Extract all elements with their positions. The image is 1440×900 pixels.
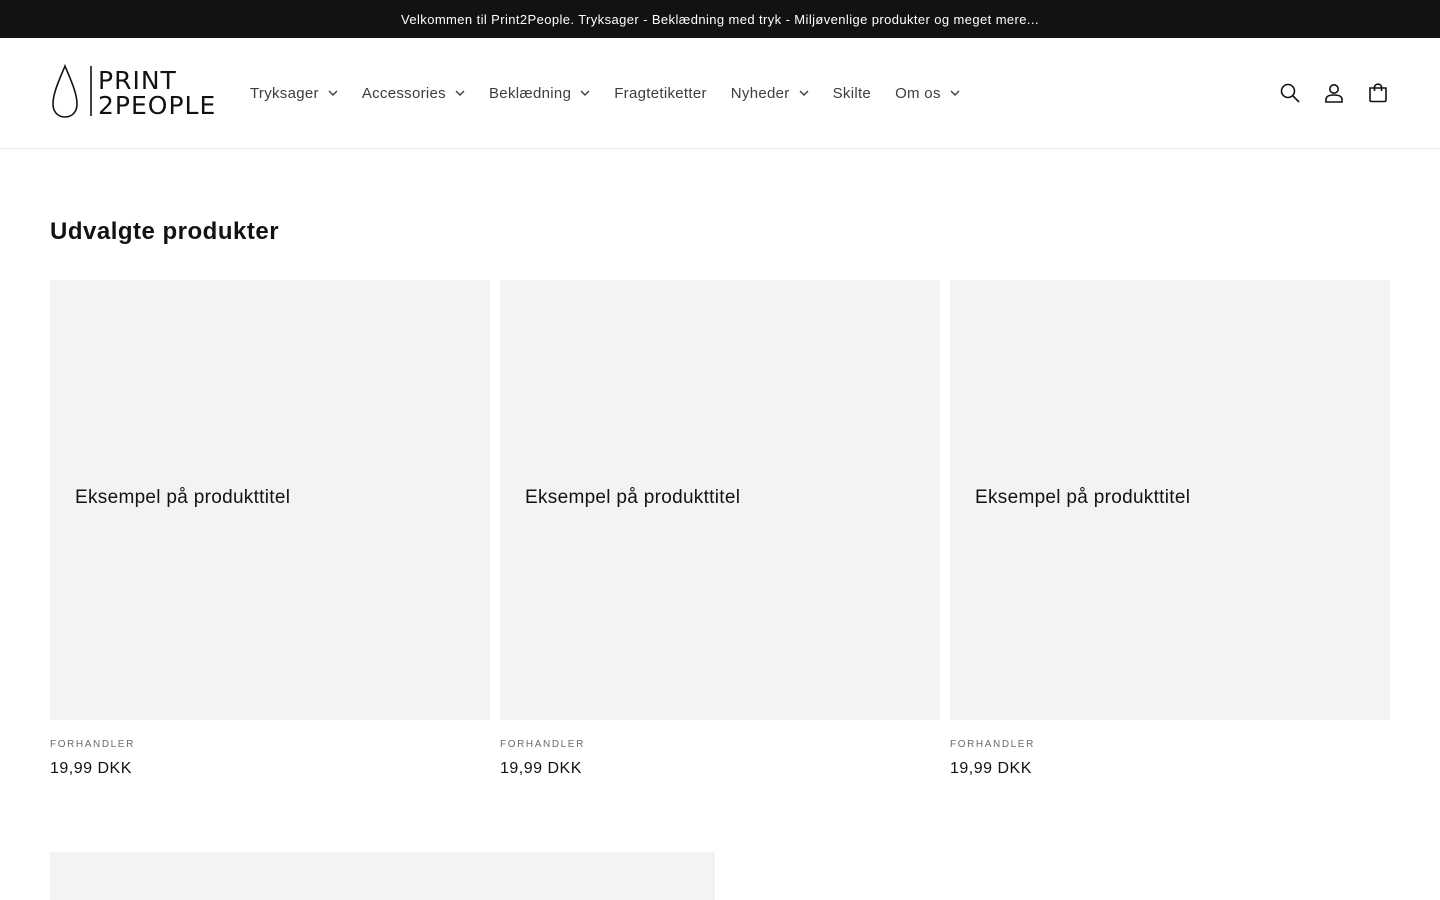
nav-item-tryksager[interactable]: Tryksager <box>250 85 338 102</box>
nav-item-skilte[interactable]: Skilte <box>833 85 871 102</box>
product-image-placeholder[interactable]: Eksempel på produkttitel <box>50 280 490 720</box>
announcement-text: Velkommen til Print2People. Tryksager - … <box>401 11 1039 27</box>
product-card: Eksempel på produkttitel FORHANDLER 19,9… <box>500 280 940 777</box>
nav-item-nyheder[interactable]: Nyheder <box>731 85 809 102</box>
search-button[interactable] <box>1268 71 1312 115</box>
product-title[interactable]: Eksempel på produkttitel <box>525 487 740 509</box>
product-card: Eksempel på produkttitel FORHANDLER 19,9… <box>950 280 1390 777</box>
logo-link[interactable]: PRINT 2PEOPLE <box>50 64 215 120</box>
next-section-placeholder <box>50 852 715 900</box>
nav-item-beklaedning[interactable]: Beklædning <box>489 85 590 102</box>
chevron-down-icon <box>950 90 960 96</box>
nav-label: Nyheder <box>730 84 790 102</box>
logo-text-line2: 2PEOPLE <box>98 91 217 120</box>
chevron-down-icon <box>455 90 465 96</box>
drop-logo-icon <box>52 64 78 118</box>
nav-item-om-os[interactable]: Om os <box>895 85 960 102</box>
search-icon <box>1280 83 1300 103</box>
nav-item-accessories[interactable]: Accessories <box>362 85 465 102</box>
nav-label: Om os <box>895 84 941 102</box>
product-vendor: FORHANDLER <box>50 739 135 750</box>
cart-icon <box>1369 83 1387 103</box>
product-image-placeholder[interactable]: Eksempel på produkttitel <box>500 280 940 720</box>
product-title[interactable]: Eksempel på produkttitel <box>75 487 290 509</box>
product-card: Eksempel på produkttitel FORHANDLER 19,9… <box>50 280 490 777</box>
product-price: 19,99 DKK <box>500 760 582 777</box>
nav-label: Beklædning <box>489 84 572 102</box>
nav-label: Skilte <box>832 84 872 102</box>
account-button[interactable] <box>1312 71 1356 115</box>
account-icon <box>1325 84 1343 103</box>
featured-products-title: Udvalgte produkter <box>50 218 280 245</box>
nav-label: Fragtetiketter <box>614 84 707 102</box>
product-vendor: FORHANDLER <box>950 739 1035 750</box>
product-price: 19,99 DKK <box>50 760 132 777</box>
product-price: 19,99 DKK <box>950 760 1032 777</box>
main-navigation: Tryksager Accessories Beklædning Fragtet… <box>250 82 960 104</box>
nav-label: Accessories <box>361 84 446 102</box>
product-vendor: FORHANDLER <box>500 739 585 750</box>
header-icons <box>1268 71 1400 115</box>
cart-button[interactable] <box>1356 71 1400 115</box>
product-image-placeholder[interactable]: Eksempel på produkttitel <box>950 280 1390 720</box>
product-title[interactable]: Eksempel på produkttitel <box>975 487 1190 509</box>
nav-label: Tryksager <box>250 84 319 102</box>
chevron-down-icon <box>328 90 338 96</box>
announcement-bar: Velkommen til Print2People. Tryksager - … <box>0 0 1440 38</box>
site-header: PRINT 2PEOPLE Tryksager Accessories Bekl… <box>0 38 1440 149</box>
chevron-down-icon <box>580 90 590 96</box>
nav-item-fragtetiketter[interactable]: Fragtetiketter <box>614 85 707 102</box>
logo-divider <box>90 66 92 116</box>
chevron-down-icon <box>799 90 809 96</box>
